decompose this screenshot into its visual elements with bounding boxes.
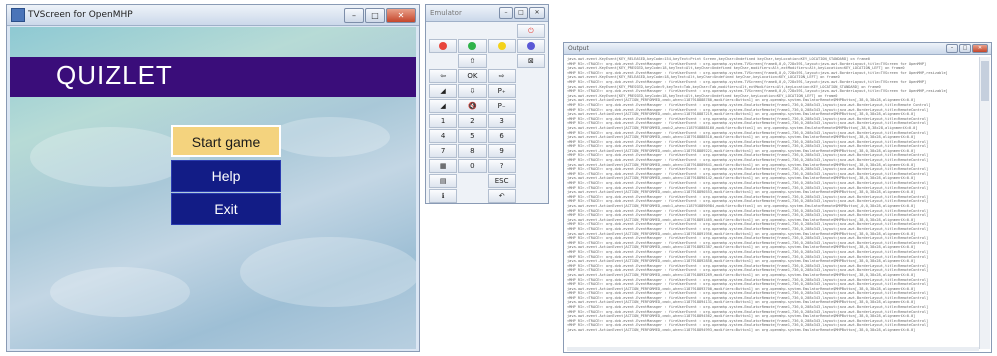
- log-line: java.awt.event.ActionEvent[ACTION_PERFOR…: [567, 328, 916, 333]
- blue-dot: [526, 42, 535, 50]
- remote-key-blank-2: [458, 24, 487, 38]
- remote-key-right[interactable]: ⇨: [487, 69, 516, 83]
- remote-key-ch-down[interactable]: P₋: [487, 99, 516, 113]
- remote-key-blank-7: [516, 84, 545, 98]
- log-line: <MHP RI>-<TRACE>: org.dvb.event.EventMan…: [567, 158, 929, 163]
- log-line: <MHP RI>-<TRACE>: org.dvb.event.EventMan…: [567, 249, 929, 254]
- remote-key-exit[interactable]: ESC: [487, 174, 516, 188]
- remote-key-help[interactable]: ?: [487, 159, 516, 173]
- remote-key-blank-6: [516, 69, 545, 83]
- remote-key-green[interactable]: [458, 39, 487, 53]
- remote-key-down[interactable]: ⇩: [458, 84, 487, 98]
- remote-key-menu[interactable]: ⊠: [516, 54, 545, 68]
- remote-key-digit-8[interactable]: 8: [458, 144, 487, 158]
- remote-key-guide[interactable]: ▦: [429, 159, 458, 173]
- remote-key-blank-5: [487, 54, 516, 68]
- quiz-title: QUIZLET: [56, 60, 173, 90]
- remote-key-blank-8: [516, 99, 545, 113]
- minimize-button[interactable]: –: [344, 7, 364, 23]
- remote-close-button[interactable]: ✕: [529, 7, 545, 19]
- log-line: <MHP RI>-<TRACE>: org.dvb.event.EventMan…: [567, 282, 929, 287]
- remote-key-info[interactable]: ℹ: [429, 189, 458, 203]
- remote-key-digit-3[interactable]: 3: [487, 114, 516, 128]
- help-button[interactable]: Help: [171, 160, 281, 192]
- app-icon: [11, 8, 25, 22]
- log-line: <MHP RI>-<TRACE>: org.dvb.event.EventMan…: [567, 226, 929, 231]
- remote-key-up[interactable]: ⇧: [458, 54, 487, 68]
- remote-key-power[interactable]: ⏻: [516, 24, 545, 38]
- scroll-thumb[interactable]: [981, 61, 989, 101]
- log-text-area[interactable]: java.awt.event.KeyEvent[KEY_RELEASED,key…: [567, 57, 979, 349]
- remote-key-ch-up[interactable]: P₊: [487, 84, 516, 98]
- remote-key-digit-4[interactable]: 4: [429, 129, 458, 143]
- log-line: java.awt.event.ActionEvent[ACTION_PERFOR…: [567, 125, 918, 130]
- tv-screen: QUIZLET Start game Help Exit: [10, 27, 416, 349]
- output-window: Output – □ ✕ java.awt.event.KeyEvent[KEY…: [563, 42, 992, 353]
- remote-key-digit-9[interactable]: 9: [487, 144, 516, 158]
- quiz-banner: QUIZLET: [10, 57, 416, 97]
- remote-title: Emulator: [430, 9, 462, 17]
- output-title: Output: [568, 45, 589, 52]
- output-maximize-button[interactable]: □: [959, 44, 971, 53]
- horizontal-scrollbar[interactable]: [567, 347, 979, 351]
- tvscreen-title: TVScreen for OpenMHP: [28, 10, 133, 20]
- remote-key-blank-11: [516, 144, 545, 158]
- output-close-button[interactable]: ✕: [972, 44, 988, 53]
- remote-control-window: Emulator – □ ✕ ⏻ ⇧ ⊠ ⇦ OK ⇨ ◢ ⇩ P₊ ◢ 🔇 P₋ 1 2 3 4 5 6 7 8 9 ▦…: [425, 4, 549, 204]
- remote-key-ok[interactable]: OK: [458, 69, 487, 83]
- output-titlebar[interactable]: Output – □ ✕: [564, 43, 991, 55]
- remote-key-mute[interactable]: 🔇: [458, 99, 487, 113]
- remote-key-digit-1[interactable]: 1: [429, 114, 458, 128]
- remote-key-blank-4: [429, 54, 458, 68]
- exit-button[interactable]: Exit: [171, 193, 281, 225]
- remote-keypad: ⏻ ⇧ ⊠ ⇦ OK ⇨ ◢ ⇩ P₊ ◢ 🔇 P₋ 1 2 3 4 5 6 7 8 9 ▦ 0? ▤ ESC ℹ ↶: [429, 24, 545, 203]
- tvscreen-titlebar[interactable]: TVScreen for OpenMHP – □ ✕: [7, 5, 419, 26]
- yellow-dot: [497, 42, 506, 50]
- remote-key-teletext[interactable]: ▤: [429, 174, 458, 188]
- remote-key-blank-13: [458, 174, 487, 188]
- remote-key-digit-5[interactable]: 5: [458, 129, 487, 143]
- log-line: <MHP RI>-<TRACE>: org.dvb.event.EventMan…: [567, 181, 929, 186]
- log-line: <MHP RI>-<TRACE>: org.dvb.event.EventMan…: [567, 305, 929, 310]
- remote-key-digit-7[interactable]: 7: [429, 144, 458, 158]
- red-dot: [439, 42, 448, 50]
- remote-key-digit-0[interactable]: 0: [458, 159, 487, 173]
- maximize-button[interactable]: □: [365, 7, 385, 23]
- remote-key-blank-15: [458, 189, 487, 203]
- remote-key-blank-10: [516, 129, 545, 143]
- remote-key-blue[interactable]: [516, 39, 545, 53]
- remote-minimize-button[interactable]: –: [499, 7, 513, 19]
- tvscreen-window: TVScreen for OpenMHP – □ ✕ QUIZLET Start…: [6, 4, 420, 352]
- remote-key-blank-3: [487, 24, 516, 38]
- log-line: <MHP RI>-<TRACE>: org.dvb.event.EventMan…: [567, 79, 927, 84]
- remote-key-digit-2[interactable]: 2: [458, 114, 487, 128]
- close-button[interactable]: ✕: [386, 7, 416, 23]
- remote-maximize-button[interactable]: □: [514, 7, 528, 19]
- remote-key-left[interactable]: ⇦: [429, 69, 458, 83]
- remote-titlebar[interactable]: Emulator – □ ✕: [426, 5, 548, 22]
- green-dot: [468, 42, 477, 50]
- output-minimize-button[interactable]: –: [946, 44, 958, 53]
- remote-key-blank-1: [429, 24, 458, 38]
- remote-key-yellow[interactable]: [487, 39, 516, 53]
- remote-key-blank-16: [516, 189, 545, 203]
- remote-key-blank-14: [516, 174, 545, 188]
- remote-key-back[interactable]: ↶: [487, 189, 516, 203]
- remote-key-vol-down[interactable]: ◢: [429, 99, 458, 113]
- start-game-button[interactable]: Start game: [171, 125, 281, 157]
- remote-key-blank-12: [516, 159, 545, 173]
- remote-key-digit-6[interactable]: 6: [487, 129, 516, 143]
- remote-key-blank-9: [516, 114, 545, 128]
- remote-key-vol-up[interactable]: ◢: [429, 84, 458, 98]
- remote-key-red[interactable]: [429, 39, 458, 53]
- log-line: <MHP RI>-<TRACE>: org.dvb.event.EventMan…: [567, 102, 931, 107]
- vertical-scrollbar[interactable]: [979, 57, 990, 349]
